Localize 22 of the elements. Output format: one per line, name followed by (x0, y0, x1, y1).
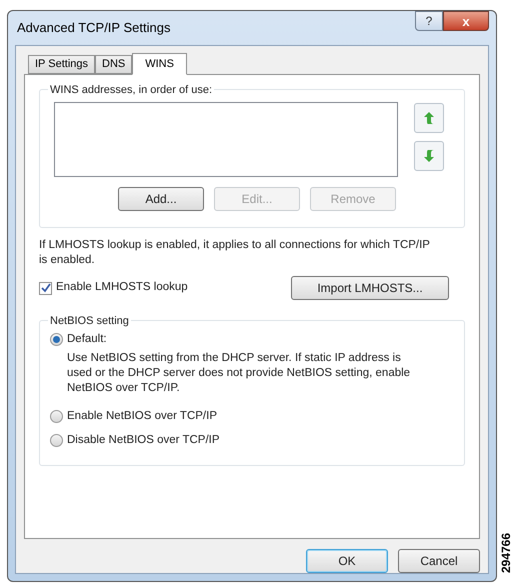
tab[interactable]: IP Settings (28, 55, 95, 74)
radio-option[interactable]: Default: (50, 331, 454, 348)
radio-option[interactable]: Enable NetBIOS over TCP/IP (50, 408, 454, 426)
option-description: Use NetBIOS setting from the DHCP server. If static IP address is used or the DHCP server does not provide NetBIOS setting, enable NetBIOS over TCP/IP. (67, 351, 412, 396)
dialog-button[interactable]: Cancel (398, 549, 480, 573)
tab[interactable]: DNS (95, 55, 132, 74)
window-title: Advanced TCP/IP Settings (17, 19, 170, 38)
radio-option[interactable]: Disable NetBIOS over TCP/IP (50, 432, 454, 449)
import-button[interactable]: Import LMHOSTS... (291, 276, 449, 300)
help-button[interactable]: ? (415, 11, 443, 31)
action-button[interactable]: Add... (118, 187, 204, 211)
move-down-icon[interactable] (414, 141, 444, 171)
lmhosts-note: If LMHOSTS lookup is enabled, it applies to all connections for which TCP/IP is enabled. (39, 238, 431, 268)
dialog-button[interactable]: OK (306, 549, 388, 573)
move-up-icon[interactable] (414, 103, 444, 133)
tab[interactable]: WINS (132, 53, 187, 75)
close-button[interactable]: x (443, 11, 489, 31)
figure-number: 294766 (498, 532, 514, 574)
wins-address-list[interactable] (54, 102, 398, 177)
checkmark-icon (40, 283, 50, 293)
lmhosts-checkbox[interactable]: Enable LMHOSTS lookup (39, 279, 188, 297)
group-title: NetBIOS setting (48, 313, 131, 330)
